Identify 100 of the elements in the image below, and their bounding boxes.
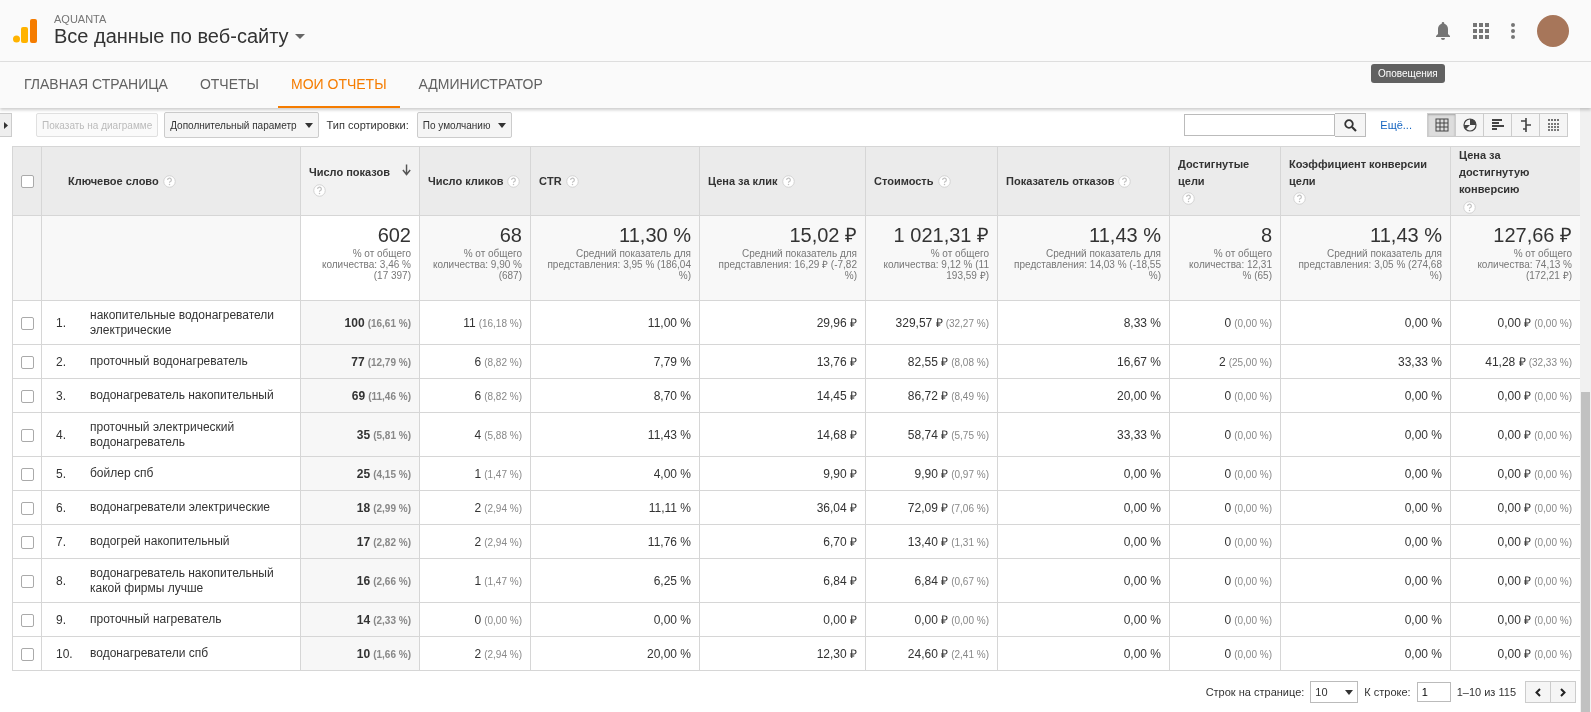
cell-share: (8,82 %) (484, 390, 522, 402)
help-icon[interactable] (1463, 200, 1476, 214)
help-icon[interactable] (937, 175, 951, 189)
row-checkbox[interactable] (20, 355, 34, 369)
cell-share: (0,97 %) (951, 469, 989, 480)
help-icon[interactable] (162, 174, 176, 188)
view-selector[interactable]: Все данные по веб-сайту (54, 25, 305, 48)
sort-type-dropdown[interactable]: По умолчанию (416, 112, 513, 138)
column-header[interactable]: Ключевое слово (41, 146, 301, 216)
view-toggle-button[interactable] (1455, 113, 1484, 137)
help-icon[interactable] (1293, 192, 1306, 206)
cell-share: (2,94 %) (484, 502, 522, 514)
row-checkbox[interactable] (20, 535, 34, 549)
row-checkbox[interactable] (20, 389, 34, 403)
cell-value: 20,00 % (646, 646, 691, 661)
keyword-link[interactable]: проточный водонагреватель (80, 354, 248, 369)
cell-value: 14 (356, 612, 371, 627)
cell-share: (4,15 %) (373, 468, 411, 480)
column-header[interactable]: Коэффициент конверсии цели (1280, 146, 1451, 216)
bell-icon[interactable] (1435, 21, 1451, 40)
column-header[interactable]: Цена за клик (699, 146, 866, 216)
row-checkbox[interactable] (20, 316, 34, 330)
cell-value: 0,00 % (1404, 388, 1442, 403)
rows-per-page-select[interactable]: 10 (1310, 681, 1359, 703)
column-header[interactable]: Число кликов (419, 146, 531, 216)
view-toggle-button[interactable] (1539, 113, 1568, 137)
total-value: 8 (1259, 224, 1272, 246)
column-header[interactable]: Стоимость (865, 146, 998, 216)
cell-value: 13,76 ₽ (816, 355, 857, 369)
view-toggle-button[interactable] (1427, 113, 1456, 137)
search-button[interactable] (1335, 113, 1367, 137)
column-header[interactable]: Число показов (300, 146, 420, 216)
page-range: 1–10 из 115 (1456, 686, 1516, 698)
keyword-link[interactable]: водогрей накопительный (80, 534, 230, 549)
cell-share: (0,00 %) (1234, 390, 1272, 402)
secondary-dimension-dropdown[interactable]: Дополнительный параметр (164, 112, 319, 138)
cell-share: (0,00 %) (1534, 469, 1572, 480)
cell-value: 20,00 % (1116, 388, 1161, 403)
row-number: 1. (55, 315, 67, 330)
help-icon[interactable] (313, 183, 326, 197)
go-to-row-field[interactable]: 1 (1416, 682, 1451, 702)
nav-tab[interactable]: АДМИНИСТРАТОР (405, 62, 556, 108)
row-checkbox[interactable] (20, 613, 34, 627)
row-checkbox[interactable] (20, 467, 34, 481)
select-all-checkbox[interactable] (20, 175, 34, 189)
caret-icon (1345, 689, 1354, 695)
help-icon[interactable] (565, 175, 579, 189)
row-checkbox[interactable] (20, 574, 34, 588)
help-icon[interactable] (1182, 192, 1195, 206)
cell-value: 0,00 % (1404, 466, 1442, 481)
more-vert-icon[interactable] (1511, 22, 1515, 39)
expand-panel-button[interactable] (0, 113, 12, 137)
cell-value: 29,96 ₽ (816, 316, 857, 330)
column-header[interactable]: Достигнутые цели (1169, 146, 1281, 216)
keyword-link[interactable]: водонагреватели спб (80, 646, 209, 661)
cell-share: (1,47 %) (484, 468, 522, 480)
cell-share: (16,61 %) (367, 317, 411, 329)
cell-value: 8,70 % (653, 388, 691, 403)
nav-tab[interactable]: ОТЧЕТЫ (186, 62, 272, 108)
cell-share: (8,08 %) (951, 357, 989, 368)
column-label: Стоимость (874, 173, 934, 189)
cell-value: 6 (474, 354, 482, 369)
search-icon (1343, 118, 1357, 132)
search-field[interactable] (1184, 114, 1336, 136)
cell-value: 72,09 ₽ (907, 501, 949, 515)
keyword-link[interactable]: проточный нагреватель (80, 612, 222, 627)
cell-value: 69 (351, 388, 366, 403)
keyword-link[interactable]: водонагреватели электрические (80, 500, 271, 515)
apps-grid-icon[interactable] (1473, 22, 1489, 39)
keyword-link[interactable]: водонагреватель накопительный какой фирмы лучше (80, 565, 292, 596)
caret-icon (304, 122, 313, 128)
previous-page-button[interactable] (1525, 681, 1551, 703)
cell-share: (2,94 %) (484, 648, 522, 660)
row-checkbox[interactable] (20, 647, 34, 661)
more-link[interactable]: Ещё... (1380, 119, 1412, 131)
scrollbar-thumb[interactable] (1581, 392, 1590, 712)
keyword-link[interactable]: водонагреватель накопительный (80, 388, 274, 403)
cell-value: 4,00 % (653, 466, 691, 481)
nav-tab[interactable]: ГЛАВНАЯ СТРАНИЦА (11, 62, 181, 108)
avatar[interactable] (1537, 14, 1569, 47)
column-header[interactable]: CTR (530, 146, 700, 216)
row-checkbox[interactable] (20, 428, 34, 442)
column-header[interactable]: Цена за достигнутую конверсию (1450, 146, 1581, 216)
help-icon[interactable] (781, 175, 795, 189)
column-header[interactable]: Показатель отказов (997, 146, 1170, 216)
total-value: 15,02 ₽ (788, 224, 857, 246)
keyword-link[interactable]: накопительные водонагреватели электрические (80, 307, 292, 338)
view-toggle-button[interactable] (1483, 113, 1512, 137)
cell-value: 0,00 ₽ (914, 613, 949, 627)
cell-value: 0,00 ₽ (1497, 501, 1532, 515)
keyword-link[interactable]: проточный электрический водонагреватель (80, 419, 292, 450)
cell-value: 0 (1224, 315, 1232, 330)
compare-view-icon (1518, 118, 1533, 132)
help-icon[interactable] (507, 175, 521, 189)
view-toggle-button[interactable] (1511, 113, 1540, 137)
scrollbar[interactable] (1580, 108, 1591, 712)
row-checkbox[interactable] (20, 501, 34, 515)
keyword-link[interactable]: бойлер спб (80, 466, 154, 481)
help-icon[interactable] (1118, 175, 1132, 189)
next-page-button[interactable] (1550, 681, 1576, 703)
